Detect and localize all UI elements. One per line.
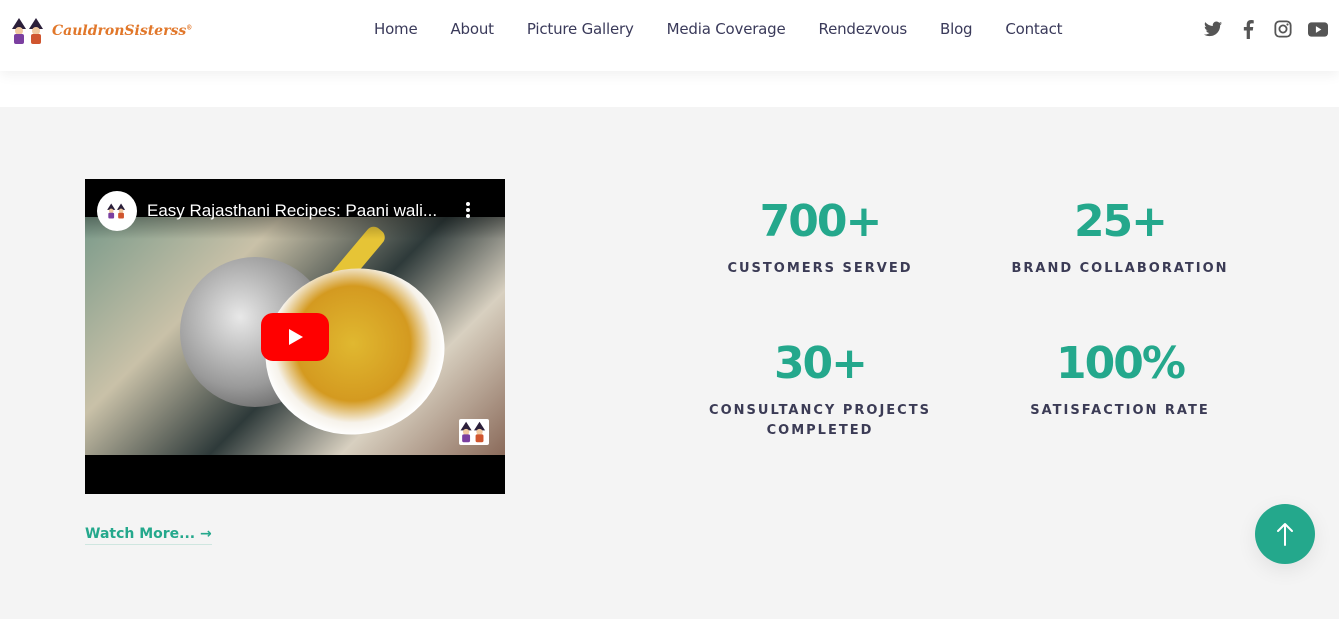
stat-label: CUSTOMERS SERVED — [727, 261, 913, 276]
facebook-icon[interactable] — [1238, 19, 1258, 39]
stat-label: SATISFACTION RATE — [1030, 403, 1210, 418]
stat-value: 25+ — [1073, 196, 1168, 247]
arrow-up-icon — [1277, 523, 1293, 546]
scroll-to-top-button[interactable] — [1255, 504, 1315, 564]
stat-label: BRAND COLLABORATION — [1011, 261, 1229, 276]
play-icon — [289, 329, 303, 345]
stat-value: 30+ — [773, 338, 868, 389]
brand-logo[interactable]: CauldronSisterss® — [10, 17, 192, 45]
main-nav: Home About Picture Gallery Media Coverag… — [374, 19, 1063, 39]
channel-avatar[interactable] — [97, 191, 137, 231]
stat-value: 100% — [1056, 338, 1186, 389]
stat-value: 700+ — [759, 196, 883, 247]
stat-customers-served: 700+ CUSTOMERS SERVED — [700, 197, 940, 279]
channel-watermark-icon — [459, 419, 489, 445]
brand-name: CauldronSisterss® — [52, 23, 193, 39]
stat-satisfaction-rate: 100% SATISFACTION RATE — [1000, 339, 1240, 421]
social-links — [1203, 19, 1328, 39]
instagram-icon[interactable] — [1273, 19, 1293, 39]
stat-label: CONSULTANCY PROJECTS COMPLETED — [709, 403, 931, 438]
stat-consultancy-projects: 30+ CONSULTANCY PROJECTS COMPLETED — [700, 339, 940, 441]
site-header: CauldronSisterss® Home About Picture Gal… — [0, 0, 1339, 71]
video-title[interactable]: Easy Rajasthani Recipes: Paani wali... — [147, 201, 437, 221]
watch-more-label: Watch More... — [85, 526, 196, 542]
nav-contact[interactable]: Contact — [1005, 19, 1062, 39]
nav-picture-gallery[interactable]: Picture Gallery — [527, 19, 634, 39]
youtube-video-embed[interactable]: Easy Rajasthani Recipes: Paani wali... — [85, 179, 505, 494]
more-vert-icon[interactable] — [465, 201, 471, 219]
witch-logo-icon — [10, 17, 48, 45]
nav-about[interactable]: About — [451, 19, 495, 39]
nav-home[interactable]: Home — [374, 19, 418, 39]
youtube-icon[interactable] — [1308, 19, 1328, 39]
nav-rendezvous[interactable]: Rendezvous — [819, 19, 908, 39]
nav-blog[interactable]: Blog — [940, 19, 973, 39]
twitter-icon[interactable] — [1203, 19, 1223, 39]
nav-media-coverage[interactable]: Media Coverage — [667, 19, 786, 39]
stat-brand-collaboration: 25+ BRAND COLLABORATION — [1000, 197, 1240, 279]
play-button[interactable] — [261, 313, 329, 361]
arrow-right-icon: → — [200, 526, 212, 542]
watch-more-link[interactable]: Watch More... → — [85, 526, 212, 545]
